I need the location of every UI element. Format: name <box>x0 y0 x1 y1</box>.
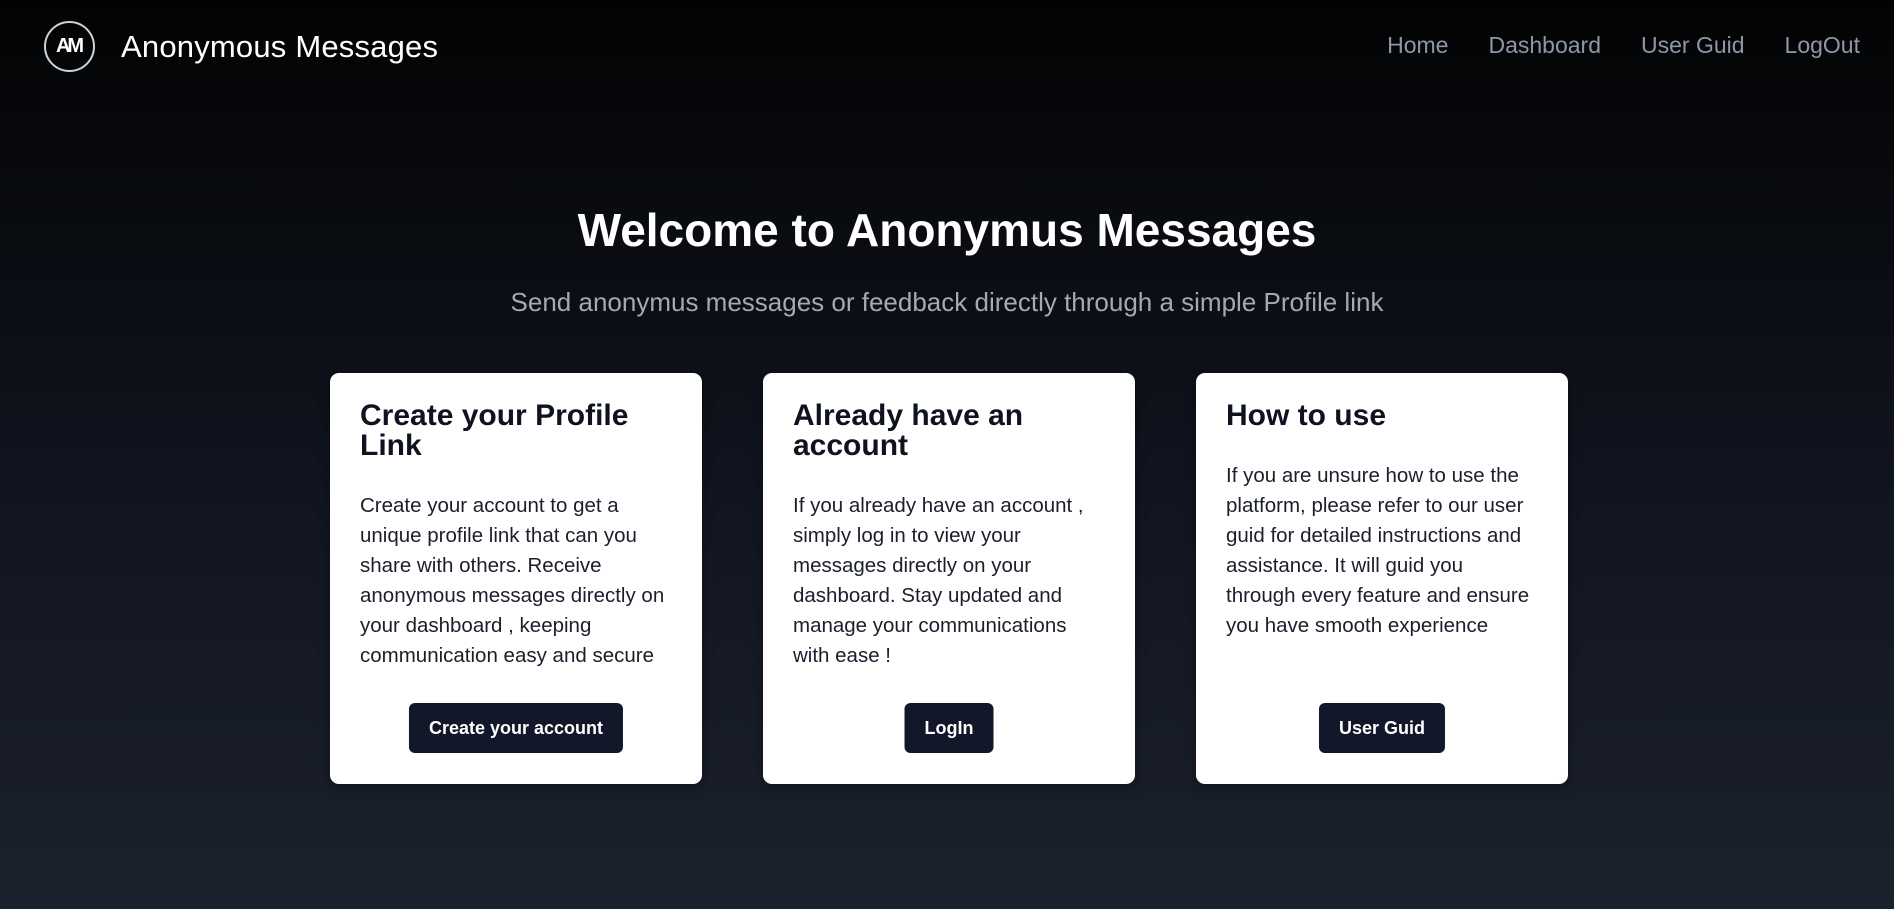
top-navbar: AM Anonymous Messages Home Dashboard Use… <box>0 0 1894 96</box>
user-guid-button[interactable]: User Guid <box>1318 703 1446 753</box>
brand-logo[interactable]: AM <box>44 21 95 72</box>
feature-cards: Create your Profile Link Create your acc… <box>330 373 1568 784</box>
card-login: Already have an account If you already h… <box>763 373 1135 784</box>
nav-links: Home Dashboard User Guid LogOut <box>1387 32 1860 59</box>
card-title: Create your Profile Link <box>360 399 629 462</box>
create-account-button[interactable]: Create your account <box>408 703 624 753</box>
nav-link-home[interactable]: Home <box>1387 32 1448 59</box>
card-title: How to use <box>1226 399 1387 432</box>
card-title: Already have an account <box>793 399 1024 462</box>
card-body: If you are unsure how to use the platfor… <box>1226 464 1530 637</box>
card-create-profile: Create your Profile Link Create your acc… <box>330 373 702 784</box>
card-body: Create your account to get a unique prof… <box>360 494 665 667</box>
hero-subtitle: Send anonymus messages or feedback direc… <box>510 287 1384 317</box>
nav-link-user-guid[interactable]: User Guid <box>1641 32 1745 59</box>
card-how-to-use: How to use If you are unsure how to use … <box>1196 373 1568 784</box>
brand[interactable]: AM Anonymous Messages <box>44 21 438 72</box>
card-body: If you already have an account , simply … <box>793 494 1084 667</box>
nav-link-logout[interactable]: LogOut <box>1785 32 1860 59</box>
brand-logo-text: AM <box>55 35 84 57</box>
hero-title: Welcome to Anonymus Messages <box>577 204 1317 256</box>
login-button[interactable]: LogIn <box>904 703 994 753</box>
brand-name[interactable]: Anonymous Messages <box>121 29 438 65</box>
nav-link-dashboard[interactable]: Dashboard <box>1488 32 1601 59</box>
